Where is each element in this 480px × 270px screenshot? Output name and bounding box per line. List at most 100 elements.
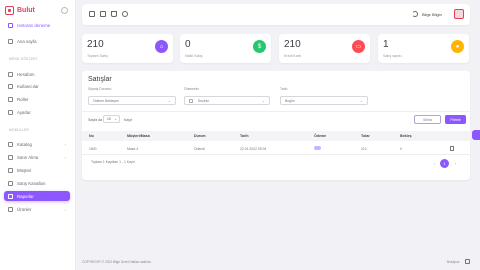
nav-icon (8, 71, 13, 77)
nav-icon (8, 96, 13, 102)
cell-date: 22.01.2022 09:04 (240, 146, 267, 151)
sidebar-item-restoran-deneme[interactable]: restoran deneme (4, 20, 70, 30)
avatar[interactable] (454, 9, 464, 19)
cart-icon[interactable] (111, 11, 117, 17)
date-filter-select[interactable]: Bugün ⌄ (280, 96, 368, 105)
filter-label: Filtrele (450, 117, 461, 122)
per-page-suffix: Kayıt (124, 117, 133, 122)
sidebar-section-title: MODÜLLER (9, 128, 30, 132)
sidebar-item-label: Hesabım (17, 71, 35, 77)
nav-icon (8, 180, 13, 186)
stat-label: Toplam Satış (87, 54, 108, 58)
stat-value: 0 (185, 39, 191, 50)
database-icon[interactable] (122, 11, 128, 17)
date-filter-value: Bugün (285, 98, 295, 103)
nav-icon (8, 22, 13, 28)
user-name[interactable]: Bilge Bilgin (422, 12, 442, 17)
chevron-right-icon: › (64, 154, 66, 160)
stat-card: 0 Nakit Satış $ (180, 34, 271, 63)
sidebar-item-label: Satış Kanalları (17, 180, 46, 186)
sidebar-item-hesabım[interactable]: Hesabım (4, 69, 70, 79)
sidebar-item-roller[interactable]: Roller (4, 94, 70, 104)
nav-icon (8, 193, 13, 199)
page-current[interactable]: 1 (440, 159, 449, 168)
page-prev[interactable]: ‹ (430, 159, 439, 168)
column-header[interactable]: Bekleş (400, 134, 412, 138)
nav-icon (8, 167, 13, 173)
nav-icon (8, 38, 13, 44)
payment-filter-select[interactable]: Seçiniz ⌄ (184, 96, 270, 105)
sidebar-collapse-icon[interactable] (61, 7, 68, 14)
logo-icon (5, 6, 14, 15)
column-header[interactable]: Ödeme (314, 134, 326, 138)
per-page-select[interactable]: 10 ⌄ (103, 115, 120, 123)
topbar: Bilge Bilgin (82, 4, 470, 25)
chevron-right-icon: › (64, 141, 66, 147)
sidebar-item-ayarlar[interactable]: Ayarlar (4, 107, 70, 117)
sidebar-item-kullanıcılar[interactable]: Kullanıcılar (4, 81, 70, 91)
nav-icon (8, 109, 13, 115)
sidebar-item-ana-sayfa[interactable]: Ana sayfa (4, 36, 70, 46)
reset-label: Sıfırla (423, 117, 432, 122)
theme-toggle-icon[interactable] (412, 11, 418, 17)
nav-icon (8, 206, 13, 212)
settings-gear-icon[interactable] (472, 130, 480, 140)
checkbox-icon[interactable] (189, 98, 193, 103)
document-icon[interactable] (89, 11, 95, 17)
cell-customer: Masa 4 (127, 146, 139, 151)
sidebar-item-label: Roller (17, 96, 29, 102)
table-summary: Toplam 1 Kayıttan 1 - 1 Kayıt (91, 160, 135, 164)
filter-button[interactable]: Filtrele (445, 115, 466, 124)
sales-report-panel: Satışlar Sipariş Durumu Ödeme Bekleyen ⌄… (82, 71, 470, 180)
column-header[interactable]: Müşteri/Masa (127, 134, 150, 138)
column-header[interactable]: Tarih (240, 134, 249, 138)
cell-amount: 210 (361, 146, 367, 151)
cell-no: 1800 (89, 146, 97, 151)
sidebar-section-title: MENÜ ÖĞELERİ (9, 57, 38, 61)
column-header[interactable]: Tutar (361, 134, 370, 138)
chevron-down-icon: ⌄ (114, 117, 117, 121)
footer-brand[interactable]: Bulutpos (447, 260, 459, 264)
reset-button[interactable]: Sıfırla (414, 115, 441, 124)
logo-text: Bulut (17, 7, 35, 14)
chevron-down-icon: ⌄ (261, 98, 265, 103)
sidebar-item-satın-alma[interactable]: Satın Alma › (4, 152, 70, 162)
chevron-right-icon: › (64, 206, 66, 212)
sidebar-item-label: Kullanıcılar (17, 83, 39, 89)
status-filter-value: Ödeme Bekleyen (93, 98, 120, 103)
sidebar-item-ürünler[interactable]: Ürünler › (4, 204, 70, 214)
per-page-label: Sayfa da (88, 117, 103, 122)
footer-logo-icon (465, 259, 470, 264)
page-title: Satışlar (88, 76, 112, 83)
status-filter-label: Sipariş Durumu (88, 87, 112, 91)
payment-filter-label: Ödemeler (184, 87, 199, 91)
per-page-value: 10 (107, 117, 111, 121)
column-header[interactable]: Durum (194, 134, 206, 138)
stat-card: 210 Toplam Satış ⌂ (82, 34, 173, 63)
delete-icon[interactable] (450, 146, 454, 151)
status-filter-select[interactable]: Ödeme Bekleyen ⌄ (88, 96, 176, 105)
chevron-down-icon: ⌄ (167, 98, 171, 103)
payment-filter-value: Seçiniz (198, 98, 209, 103)
stat-value: 1 (383, 39, 389, 50)
sidebar-item-müşteri[interactable]: Müşteri (4, 165, 70, 175)
nav-icon (8, 83, 13, 89)
stat-value: 210 (284, 39, 301, 50)
stat-card: 1 Satış sayısı ● (378, 34, 469, 63)
sidebar-item-label: Katalog (17, 141, 32, 147)
sidebar-item-label: Müşteri (17, 167, 32, 173)
sidebar: Bulut restoran deneme Ana sayfa Hesabım Kul… (0, 0, 76, 270)
chevron-down-icon: ⌄ (359, 98, 363, 103)
sidebar-item-label: Ayarlar (17, 109, 31, 115)
sidebar-item-katalog[interactable]: Katalog › (4, 139, 70, 149)
date-filter-label: Tarih (280, 87, 288, 91)
page-next[interactable]: › (451, 159, 460, 168)
cell-status: Ödendi (194, 146, 205, 151)
sidebar-item-raporlar[interactable]: Raporlar (4, 191, 70, 201)
sidebar-item-satış-kanalları[interactable]: Satış Kanalları (4, 178, 70, 188)
phone-icon[interactable] (100, 11, 106, 17)
stat-card: 210 Kredi Kartı ▭ (279, 34, 370, 63)
column-header[interactable]: No (89, 134, 94, 138)
sidebar-item-label: Satın Alma (17, 154, 39, 160)
logo[interactable]: Bulut (5, 6, 35, 15)
